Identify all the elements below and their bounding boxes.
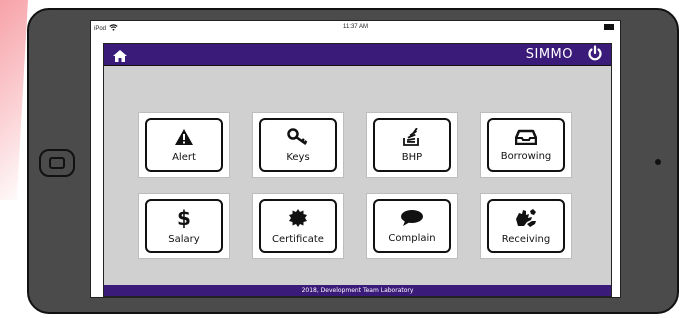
battery-icon <box>604 24 614 30</box>
stack-overflow-icon <box>402 127 422 146</box>
status-bar: iPod 11:37 AM <box>91 21 620 35</box>
menu-tile-label: BHP <box>401 151 423 163</box>
menu-grid: Alert Keys BHP Borrowing $ Salary Certif… <box>139 113 571 258</box>
menu-tile-complain[interactable]: Complain <box>367 194 457 258</box>
device-home-button[interactable] <box>39 149 75 177</box>
key-icon <box>287 127 309 146</box>
menu-tile-label: Receiving <box>501 233 551 245</box>
menu-tile-label: Salary <box>168 233 200 245</box>
menu-tile-label: Certificate <box>272 233 324 245</box>
menu-tile-certificate[interactable]: Certificate <box>253 194 343 258</box>
alert-triangle-icon <box>174 128 194 146</box>
menu-tile-salary[interactable]: $ Salary <box>139 194 229 258</box>
app-window: SIMMO Alert Keys BHP Borrowing $ Salary … <box>103 43 612 297</box>
menu-tile-label: Keys <box>286 151 310 163</box>
menu-tile-keys[interactable]: Keys <box>253 113 343 177</box>
device-screen: iPod 11:37 AM SIMMO Alert Keys BHP Borro… <box>90 20 621 298</box>
svg-text:$: $ <box>177 208 191 228</box>
power-icon[interactable] <box>587 44 603 65</box>
menu-tile-receiving[interactable]: Receiving <box>481 194 571 258</box>
device-camera <box>655 159 661 165</box>
menu-tile-label: Borrowing <box>500 150 552 162</box>
footer-bar: 2018, Development Team Laboratory <box>104 285 611 296</box>
certificate-badge-icon <box>288 208 308 228</box>
menu-tile-borrowing[interactable]: Borrowing <box>481 113 571 177</box>
home-icon[interactable] <box>112 48 128 62</box>
dollar-icon: $ <box>177 208 191 228</box>
menu-tile-alert[interactable]: Alert <box>139 113 229 177</box>
app-title: SIMMO <box>525 47 573 62</box>
inbox-tray-icon <box>515 129 537 145</box>
menu-tile-label: Alert <box>172 151 196 163</box>
sign-language-hands-icon <box>514 208 538 228</box>
decorative-accent <box>0 0 28 200</box>
speech-bubble-icon <box>400 209 424 227</box>
app-bar: SIMMO <box>104 44 611 66</box>
menu-tile-bhp[interactable]: BHP <box>367 113 457 177</box>
menu-tile-label: Complain <box>388 232 436 244</box>
status-time: 11:37 AM <box>343 24 368 30</box>
